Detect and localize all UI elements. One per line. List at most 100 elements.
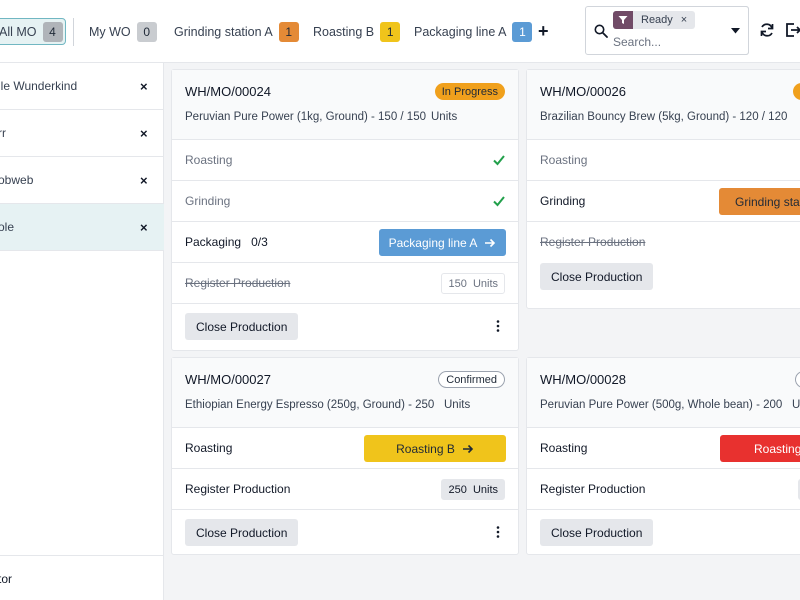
- operator-item[interactable]: rr ×: [0, 110, 164, 157]
- mo-card: WH/MO/00024 In Progress Peruvian Pure Po…: [171, 69, 519, 351]
- mo-card: WH/MO/00026 Brazilian Bouncy Brew (5kg, …: [526, 69, 800, 309]
- close-production-button[interactable]: Close Production: [540, 519, 654, 546]
- register-production-label: Register Production: [540, 482, 646, 496]
- mo-card-header[interactable]: WH/MO/00027 Confirmed Ethiopian Energy E…: [172, 358, 518, 428]
- tab-divider: [73, 18, 74, 46]
- close-production-button[interactable]: Close Production: [185, 313, 299, 340]
- tab-count-badge: 1: [380, 21, 401, 42]
- workcenter-button-roasting[interactable]: Roasting: [720, 435, 800, 462]
- produced-qty: 150 Units: [441, 273, 505, 294]
- register-production-row[interactable]: Register Production: [527, 222, 800, 262]
- mo-product: Brazilian Bouncy Brew (5kg, Ground) - 12…: [540, 111, 788, 123]
- produced-qty-value: 250: [448, 483, 467, 496]
- refresh-icon[interactable]: [759, 22, 775, 38]
- mo-card-header[interactable]: WH/MO/00026 Brazilian Bouncy Brew (5kg, …: [527, 70, 800, 140]
- tab-roasting-b[interactable]: Roasting B 1: [313, 18, 401, 45]
- mo-reference: WH/MO/00028: [540, 372, 626, 387]
- operation-row[interactable]: Roasting: [172, 140, 518, 181]
- produced-qty-units: Units: [472, 483, 498, 496]
- tab-label: Packaging line A: [414, 24, 507, 39]
- add-workcenter-button[interactable]: +: [538, 21, 549, 41]
- register-production-label: Register Production: [540, 235, 646, 249]
- mo-units: Units: [444, 399, 471, 411]
- search-options-toggle[interactable]: [722, 6, 749, 55]
- mo-card-header[interactable]: WH/MO/00028 Peruvian Pure Power (500g, W…: [527, 358, 800, 428]
- mo-card-header[interactable]: WH/MO/00024 In Progress Peruvian Pure Po…: [172, 70, 518, 140]
- top-bar: All MO 4 My WO 0 Grinding station A 1 Ro…: [0, 0, 800, 63]
- tab-grinding-station-a[interactable]: Grinding station A 1: [174, 18, 299, 45]
- tab-count-badge: 1: [278, 21, 299, 42]
- register-production-row[interactable]: Register Production: [527, 469, 800, 510]
- workcenter-button-grinding-station[interactable]: Grinding stat: [719, 188, 800, 215]
- operation-label: Roasting: [185, 153, 233, 167]
- remove-operator-icon[interactable]: ×: [140, 220, 148, 235]
- mo-card-footer: Close Production: [172, 510, 518, 556]
- operation-row[interactable]: Roasting Roasting B: [172, 428, 518, 469]
- arrow-right-icon: [462, 444, 473, 453]
- mo-product: Peruvian Pure Power (500g, Whole bean) -…: [540, 399, 783, 411]
- tab-all-mo[interactable]: All MO 4: [0, 18, 66, 45]
- sign-out-icon[interactable]: [785, 22, 800, 38]
- operation-progress: 0/3: [251, 235, 268, 249]
- operation-label: Grinding: [185, 194, 231, 208]
- tab-label: Grinding station A: [174, 24, 273, 39]
- operator-item-active[interactable]: ole ×: [0, 204, 164, 251]
- operator-item[interactable]: obweb ×: [0, 157, 164, 204]
- operation-label: Roasting: [540, 153, 588, 167]
- operator-panel: lle Wunderkind × rr × obweb × ole × tor: [0, 63, 164, 600]
- close-production-button[interactable]: Close Production: [540, 263, 654, 290]
- workcenter-button-label: Packaging line A: [388, 235, 478, 250]
- check-icon: [493, 196, 505, 207]
- tab-label: All MO: [0, 24, 37, 39]
- mo-card: WH/MO/00028 Peruvian Pure Power (500g, W…: [526, 357, 800, 555]
- status-badge: [795, 371, 800, 388]
- mo-reference: WH/MO/00027: [185, 372, 271, 387]
- operation-row[interactable]: Roasting: [527, 140, 800, 181]
- status-badge: [793, 83, 800, 100]
- mo-card: WH/MO/00027 Confirmed Ethiopian Energy E…: [171, 357, 519, 555]
- operation-row[interactable]: Packaging 0/3 Packaging line A: [172, 222, 518, 263]
- tab-my-wo[interactable]: My WO 0: [89, 18, 157, 45]
- filter-icon: [613, 11, 633, 29]
- tab-count-badge: 1: [512, 21, 533, 42]
- remove-operator-icon[interactable]: ×: [140, 126, 148, 141]
- register-production-label: Register Production: [185, 482, 291, 496]
- mo-units: Units: [431, 111, 458, 123]
- register-production-row[interactable]: Register Production 150 Units: [172, 263, 518, 304]
- produced-qty-units: Units: [472, 277, 498, 290]
- workcenter-button-packaging-line-a[interactable]: Packaging line A: [379, 229, 506, 256]
- workcenter-button-label: Roasting: [754, 441, 800, 456]
- close-production-button[interactable]: Close Production: [185, 519, 299, 546]
- remove-operator-icon[interactable]: ×: [140, 79, 148, 94]
- operator-item[interactable]: lle Wunderkind ×: [0, 63, 164, 110]
- operation-row[interactable]: Grinding: [172, 181, 518, 222]
- tab-label: Roasting B: [313, 24, 375, 39]
- operator-name: ole: [0, 220, 15, 234]
- operation-label: Packaging 0/3: [185, 235, 268, 249]
- register-production-row[interactable]: Register Production 250 Units: [172, 469, 518, 510]
- operation-row[interactable]: Roasting Roasting: [527, 428, 800, 469]
- more-options-icon[interactable]: [496, 526, 500, 538]
- mo-product: Peruvian Pure Power (1kg, Ground) - 150 …: [185, 111, 426, 123]
- operation-label: Roasting: [185, 441, 233, 455]
- remove-filter-icon[interactable]: ×: [681, 14, 695, 26]
- produced-qty[interactable]: 250 Units: [441, 479, 505, 500]
- filter-facet: Ready ×: [613, 11, 696, 29]
- mo-card-footer: Close Production: [172, 304, 518, 350]
- tab-count-badge: 4: [42, 21, 63, 42]
- tab-packaging-line-a[interactable]: Packaging line A 1: [414, 18, 533, 45]
- produced-qty-value: 150: [448, 277, 467, 290]
- more-options-icon[interactable]: [496, 320, 500, 332]
- remove-operator-icon[interactable]: ×: [140, 173, 148, 188]
- workcenter-button-roasting-b[interactable]: Roasting B: [364, 435, 506, 462]
- operation-label: Grinding: [540, 194, 586, 208]
- arrow-right-icon: [485, 238, 496, 247]
- filter-facet-label: Ready: [641, 14, 673, 26]
- operation-name: Packaging: [185, 235, 242, 249]
- add-operator-button[interactable]: tor: [0, 555, 164, 600]
- check-icon: [493, 155, 505, 166]
- mo-units: U: [792, 399, 800, 411]
- search-input[interactable]: Search...: [613, 35, 661, 49]
- operation-row[interactable]: Grinding Grinding stat: [527, 181, 800, 222]
- add-operator-label: tor: [0, 572, 13, 586]
